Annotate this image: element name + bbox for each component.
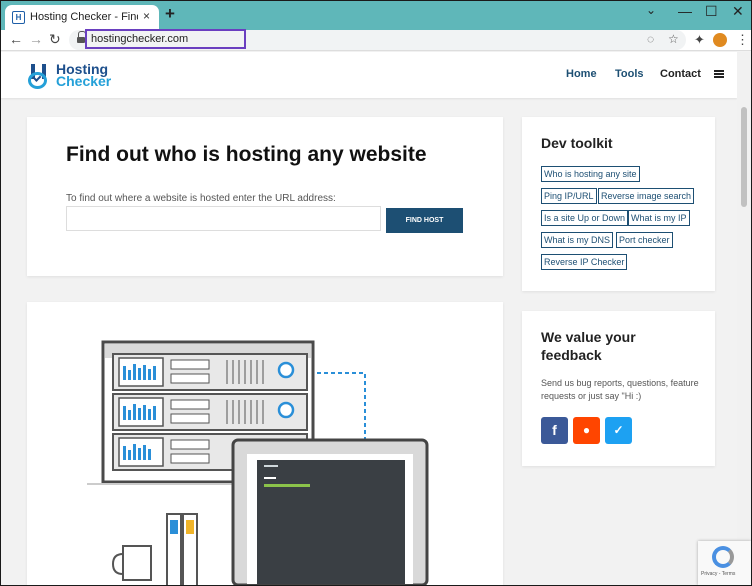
hosting-checker-logo-icon[interactable]	[27, 62, 51, 90]
feedback-text: Send us bug reports, questions, feature …	[541, 378, 699, 401]
toolkit-link-reverse-ip[interactable]: Reverse IP Checker	[541, 254, 628, 270]
new-tab-button[interactable]: +	[165, 4, 175, 24]
site-header: Hosting Checker Home Tools Contact	[1, 52, 737, 98]
maximize-button[interactable]: ☐	[705, 3, 718, 20]
favicon-icon: H	[12, 11, 25, 24]
url-input[interactable]	[66, 206, 381, 231]
dev-toolkit-card: Dev toolkit Who is hosting any site Ping…	[522, 117, 715, 291]
nav-tools[interactable]: Tools	[615, 68, 644, 80]
feedback-title: We value your feedback	[541, 328, 636, 364]
toolkit-link-ping[interactable]: Ping IP/URL	[541, 188, 597, 204]
recaptcha-footer[interactable]: Privacy - Terms	[701, 571, 735, 577]
close-window-button[interactable]: ✕	[732, 3, 744, 20]
nav-home[interactable]: Home	[566, 68, 597, 80]
profile-avatar[interactable]	[713, 33, 727, 47]
find-host-card: Find out who is hosting any website To f…	[27, 117, 503, 276]
feedback-title-line2: feedback	[541, 347, 602, 363]
minimize-button[interactable]: —	[678, 3, 692, 19]
server-laptop-illustration	[87, 340, 429, 585]
page-title: Find out who is hosting any website	[66, 143, 427, 166]
nav-contact[interactable]: Contact	[660, 68, 701, 80]
url-highlight[interactable]: hostingchecker.com	[85, 29, 246, 49]
url-text: hostingchecker.com	[91, 33, 189, 45]
toolkit-link-who-is-hosting[interactable]: Who is hosting any site	[541, 166, 640, 182]
back-button[interactable]: ←	[9, 31, 23, 47]
recaptcha-icon	[712, 546, 734, 568]
feedback-title-line1: We value your	[541, 329, 636, 345]
toolkit-link-my-ip[interactable]: What is my IP	[628, 210, 690, 226]
toolkit-link-up-or-down[interactable]: Is a site Up or Down	[541, 210, 629, 226]
reload-button[interactable]: ↻	[49, 31, 61, 48]
recaptcha-badge[interactable]: Privacy - Terms	[698, 541, 751, 585]
lock-icon	[77, 31, 86, 44]
browser-toolbar: ← → ↻ hostingchecker.com ◌ ☆ ✦ ⋮	[1, 29, 751, 51]
bookmark-star-icon[interactable]: ☆	[668, 32, 679, 46]
close-tab-icon[interactable]: ×	[143, 9, 150, 23]
forward-button[interactable]: →	[29, 31, 43, 47]
logo-text-checker[interactable]: Checker	[56, 73, 111, 89]
browser-tab[interactable]: H Hosting Checker - Find out who ×	[5, 5, 159, 30]
toolkit-link-port-checker[interactable]: Port checker	[616, 232, 673, 248]
coffee-mug-icon	[111, 545, 152, 581]
illustration-card	[27, 302, 503, 585]
chevron-down-icon[interactable]: ⌄	[646, 3, 656, 17]
find-host-button[interactable]: FIND HOST	[386, 208, 463, 233]
browser-menu-icon[interactable]: ⋮	[736, 32, 749, 48]
scrollbar-thumb[interactable]	[741, 107, 747, 207]
page-scrollbar[interactable]	[737, 52, 751, 585]
toolkit-link-reverse-image[interactable]: Reverse image search	[598, 188, 695, 204]
address-bar[interactable]: hostingchecker.com ◌ ☆	[69, 29, 686, 50]
facebook-icon[interactable]: f	[541, 417, 568, 444]
tab-title: Hosting Checker - Find out who	[30, 11, 138, 23]
laptop-icon	[231, 438, 429, 585]
toolkit-link-my-dns[interactable]: What is my DNS	[541, 232, 614, 248]
browser-window: H Hosting Checker - Find out who × + ⌄ —…	[1, 1, 751, 585]
books-icon	[166, 513, 198, 585]
hamburger-menu-icon[interactable]	[714, 70, 724, 78]
reddit-icon[interactable]: ●	[573, 417, 600, 444]
tab-strip: H Hosting Checker - Find out who × + ⌄ —…	[1, 1, 751, 30]
toolkit-title: Dev toolkit	[541, 135, 613, 151]
extensions-icon[interactable]: ✦	[694, 32, 705, 48]
eye-off-icon[interactable]: ◌	[647, 32, 654, 46]
feedback-card: We value your feedback Send us bug repor…	[522, 311, 715, 466]
twitter-icon[interactable]: ✓	[605, 417, 632, 444]
url-hint: To find out where a website is hosted en…	[66, 193, 336, 204]
